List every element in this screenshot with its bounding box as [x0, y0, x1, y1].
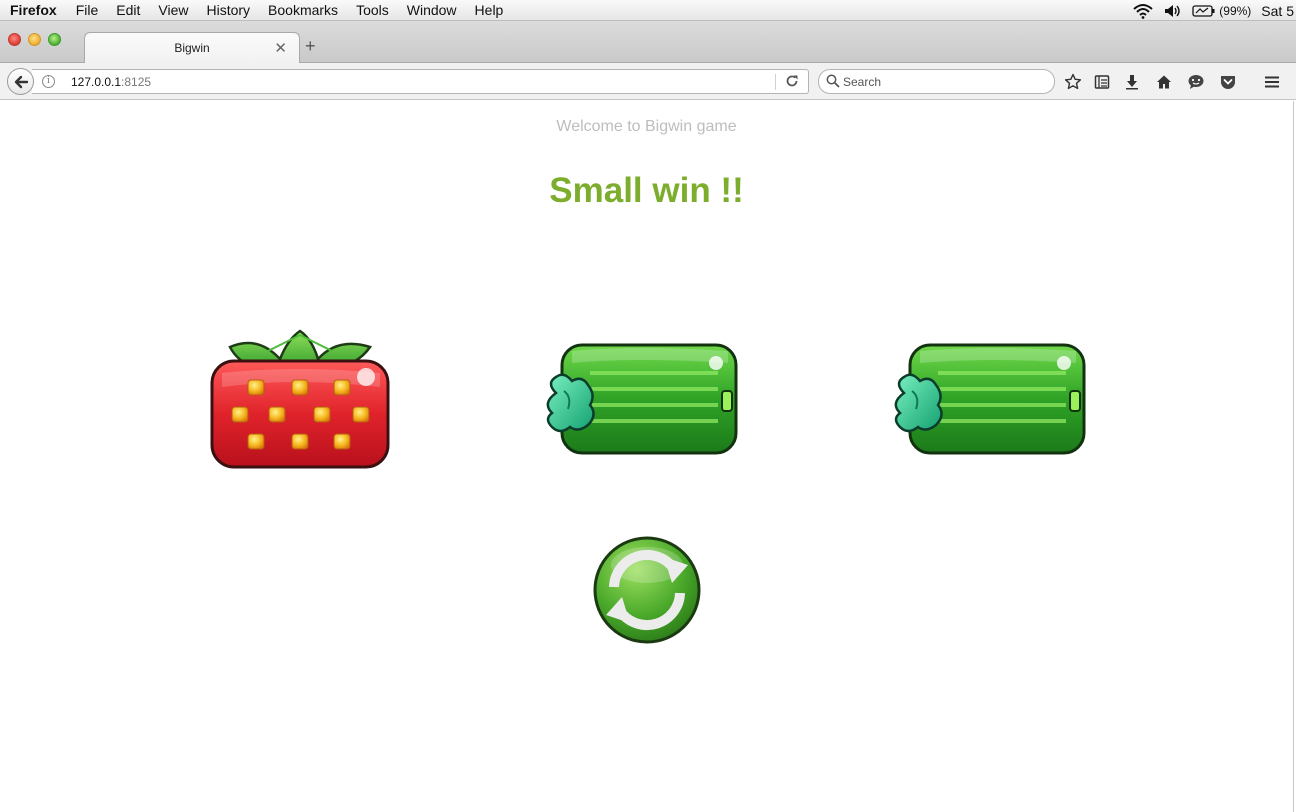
tab-close-icon[interactable]: ✕ [274, 39, 287, 57]
battery-percentage: (99%) [1219, 3, 1252, 18]
bookmark-star-icon[interactable] [1063, 72, 1083, 92]
downloads-icon[interactable] [1122, 72, 1142, 92]
hamburger-menu-icon[interactable] [1262, 72, 1282, 92]
url-port: :8125 [121, 75, 152, 89]
url-host: 127.0.0.1 [71, 75, 122, 89]
pocket-icon[interactable] [1218, 72, 1238, 92]
back-arrow-icon [14, 75, 28, 88]
tab-title: Bigwin [174, 41, 210, 55]
search-bar[interactable] [818, 69, 1055, 94]
url-bar[interactable]: i 127.0.0.1:8125 [32, 69, 809, 94]
site-info-icon[interactable]: i [42, 75, 55, 88]
reel-1-strawberry-symbol [210, 329, 390, 469]
tab-strip: Bigwin ✕ + [0, 21, 1296, 64]
menu-file[interactable]: File [76, 2, 99, 18]
menu-tools[interactable]: Tools [356, 2, 389, 18]
window-minimize-button[interactable] [28, 33, 41, 46]
menu-history[interactable]: History [206, 2, 250, 18]
chat-icon[interactable] [1186, 72, 1206, 92]
menu-view[interactable]: View [158, 2, 188, 18]
url-text[interactable]: 127.0.0.1:8125 [71, 75, 151, 89]
reel-3-cucumber-symbol [894, 343, 1086, 455]
menu-bookmarks[interactable]: Bookmarks [268, 2, 338, 18]
new-tab-button[interactable]: + [305, 36, 316, 57]
refresh-icon [593, 536, 701, 644]
page-content: Welcome to Bigwin game Small win !! [0, 101, 1294, 812]
browser-tab-bigwin[interactable]: Bigwin ✕ [84, 32, 300, 64]
home-icon[interactable] [1154, 72, 1174, 92]
welcome-text: Welcome to Bigwin game [556, 118, 737, 135]
window-close-button[interactable] [8, 33, 21, 46]
menubar-clock[interactable]: Sat 5 [1261, 3, 1294, 19]
window-zoom-button[interactable] [48, 33, 61, 46]
reading-list-icon[interactable] [1092, 72, 1112, 92]
system-menu-bar: Firefox File Edit View History Bookmarks… [0, 0, 1296, 21]
search-icon [826, 74, 840, 93]
battery-icon [1192, 4, 1215, 17]
app-menu-firefox[interactable]: Firefox [10, 2, 57, 18]
battery-status[interactable]: (99%) [1192, 4, 1251, 18]
reel-2-cucumber-symbol [546, 343, 738, 455]
search-input[interactable] [843, 73, 1043, 91]
menu-window[interactable]: Window [407, 2, 457, 18]
menu-edit[interactable]: Edit [116, 2, 140, 18]
menu-help[interactable]: Help [475, 2, 504, 18]
navigation-toolbar: i 127.0.0.1:8125 [0, 63, 1296, 100]
volume-icon[interactable] [1164, 3, 1182, 19]
reload-icon[interactable] [784, 73, 800, 94]
back-button[interactable] [7, 68, 34, 95]
wifi-icon[interactable] [1132, 3, 1154, 19]
url-bar-separator [775, 74, 776, 90]
spin-button[interactable] [592, 535, 702, 645]
result-heading: Small win !! [549, 171, 744, 210]
